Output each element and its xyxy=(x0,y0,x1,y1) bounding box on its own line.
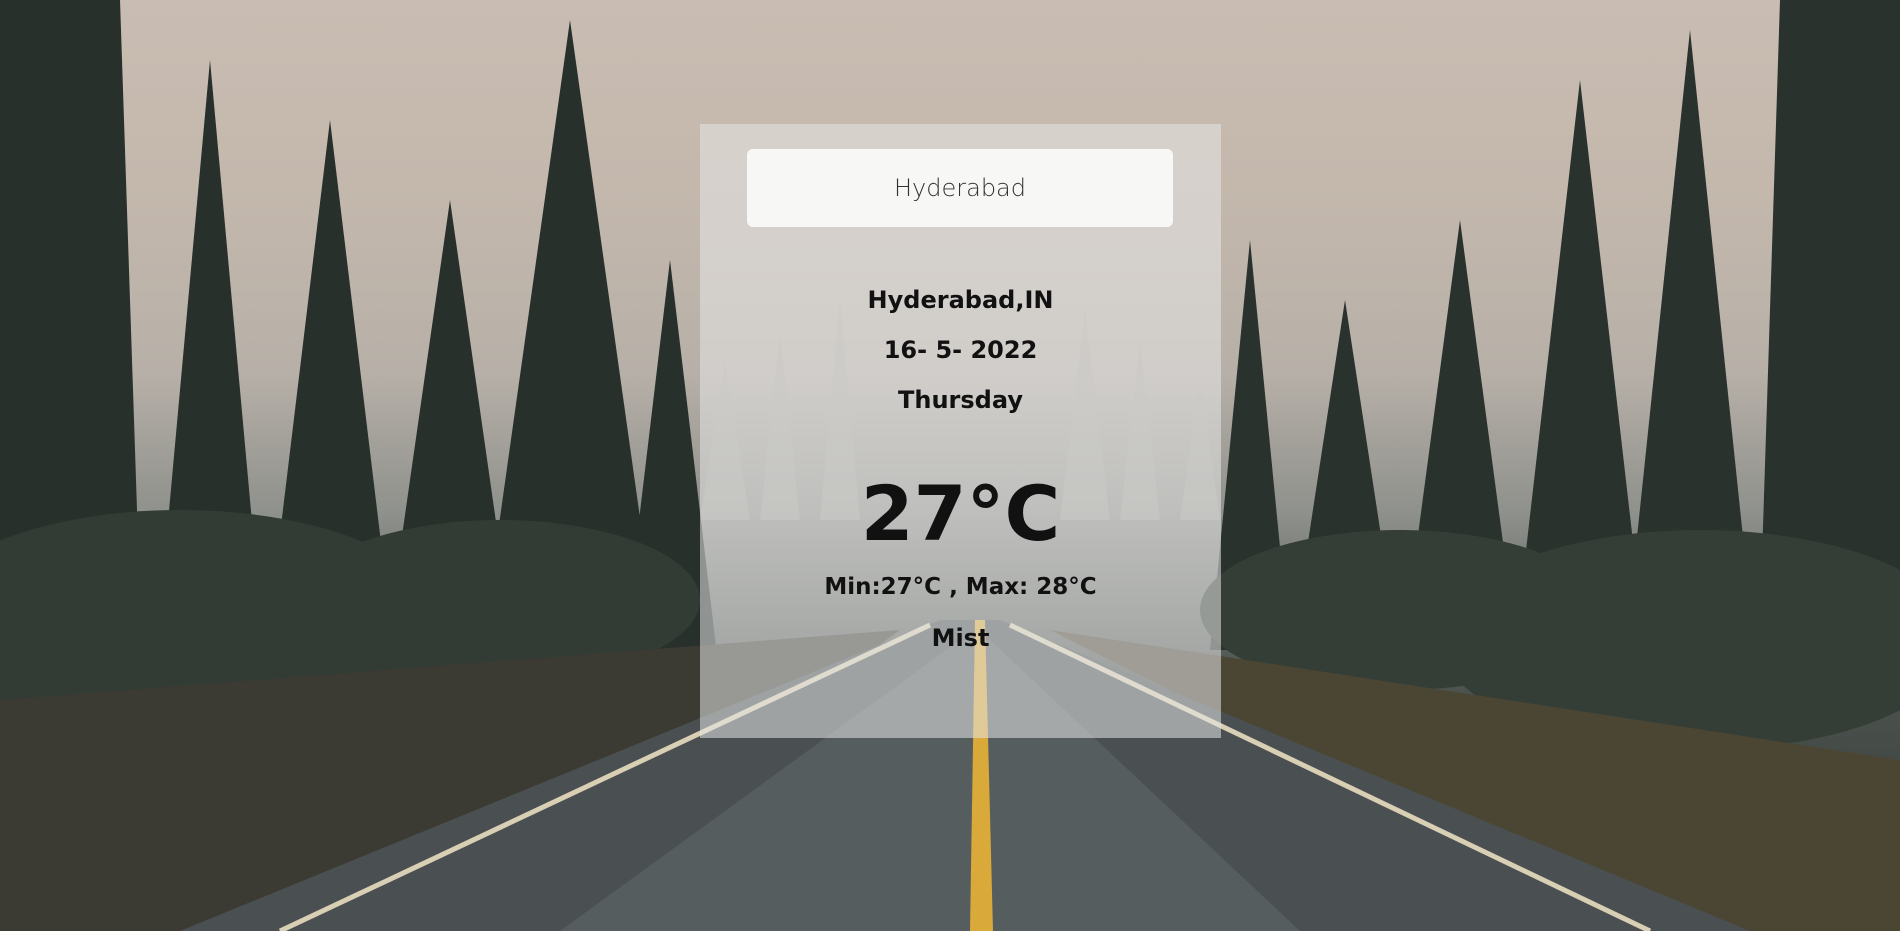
date-label: 16- 5- 2022 xyxy=(883,336,1038,364)
weather-card: Hyderabad,IN 16- 5- 2022 Thursday 27°C M… xyxy=(700,124,1221,738)
city-search-input[interactable] xyxy=(747,149,1173,227)
weather-description: Mist xyxy=(931,624,990,652)
day-label: Thursday xyxy=(898,386,1023,414)
temperature-value: 27°C xyxy=(860,469,1061,558)
location-label: Hyderabad,IN xyxy=(867,286,1054,314)
min-max-temperature: Min:27°C , Max: 28°C xyxy=(824,574,1097,600)
